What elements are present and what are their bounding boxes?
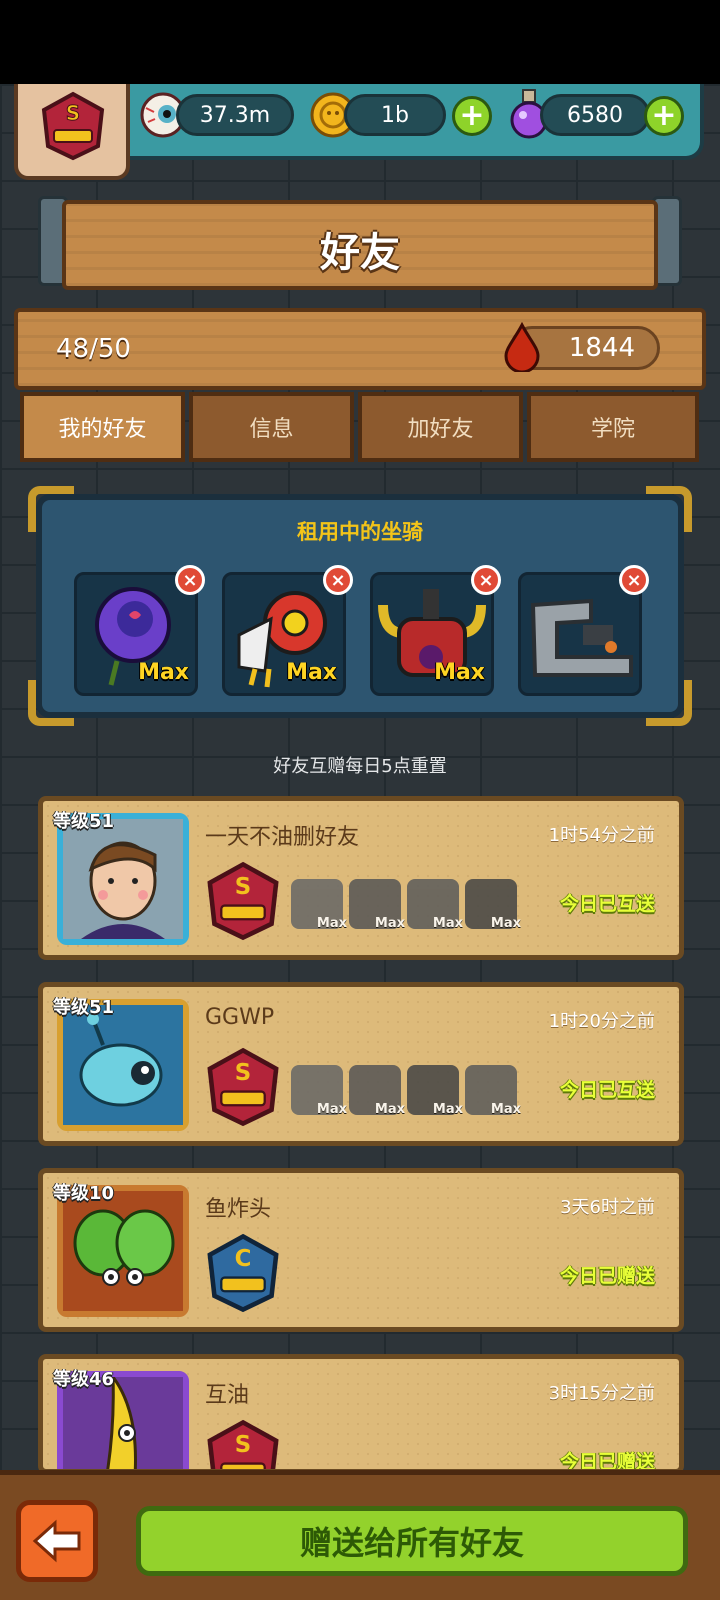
mount-max-label: Max: [138, 660, 189, 685]
panel-corner: [646, 486, 692, 532]
mount-slot-rose[interactable]: Max ×: [74, 565, 205, 696]
last-active-time: 3天6时之前: [560, 1197, 655, 1218]
friend-level: 等级51: [53, 997, 115, 1018]
friend-card[interactable]: 等级51 GGWP 1时20分之前 S Max Max Max Max 今日已互…: [38, 982, 684, 1146]
rented-mounts-title: 租用中的坐骑: [297, 520, 423, 544]
friend-mount-thumbnail: Max: [465, 1065, 521, 1117]
panel-corner: [28, 486, 74, 532]
add-coins-button[interactable]: +: [452, 96, 492, 136]
gift-status: 今日已互送: [559, 893, 655, 915]
gift-status: 今日已赠送: [559, 1265, 655, 1287]
daily-reset-note: 好友互赠每日5点重置: [273, 756, 447, 777]
svg-text:S: S: [235, 1060, 251, 1086]
potions-amount: 6580: [540, 94, 650, 136]
friend-mount-thumbnail: Max: [465, 879, 521, 931]
rank-shield-icon: S: [207, 1419, 279, 1469]
banana-octopus-portrait-icon: [63, 1372, 183, 1469]
friend-card[interactable]: 等级46 互油 3时15分之前 S 今日已赠送: [38, 1354, 684, 1474]
eyes-amount: 37.3m: [176, 94, 294, 136]
rank-shield-icon: S: [207, 1047, 279, 1127]
system-status-bar: [0, 0, 720, 84]
add-potions-button[interactable]: +: [644, 96, 684, 136]
friend-name: 鱼炸头: [205, 1197, 272, 1222]
svg-text:S: S: [66, 101, 80, 125]
player-rank-badge[interactable]: S: [14, 84, 130, 180]
friend-name: 互油: [205, 1383, 250, 1408]
blood-drop-icon: [504, 322, 540, 372]
friend-count: 48/50: [56, 334, 131, 364]
last-active-time: 1时20分之前: [548, 1011, 655, 1032]
friend-mount-thumbnail: Max: [349, 1065, 405, 1117]
panel-corner: [646, 680, 692, 726]
tab-my-friends[interactable]: 我的好友: [20, 392, 185, 462]
remove-mount-button[interactable]: ×: [323, 565, 353, 595]
mount-slot-lion[interactable]: Max ×: [222, 565, 353, 696]
mount-slot-machine[interactable]: ×: [518, 565, 649, 696]
send-to-all-friends-button[interactable]: 赠送给所有好友: [136, 1506, 688, 1576]
friend-level: 等级10: [53, 1183, 115, 1204]
friend-mount-thumbnail: Max: [291, 879, 347, 931]
remove-mount-button[interactable]: ×: [471, 565, 501, 595]
friend-name: GGWP: [205, 1005, 275, 1030]
friend-card[interactable]: 等级10 鱼炸头 3天6时之前 C 今日已赠送: [38, 1168, 684, 1332]
mount-max-label: Max: [286, 660, 337, 685]
mount-slot-demon[interactable]: Max ×: [370, 565, 501, 696]
svg-text:S: S: [235, 874, 251, 900]
friend-mount-thumbnail: Max: [407, 1065, 463, 1117]
panel-corner: [28, 680, 74, 726]
friend-mount-thumbnail: Max: [349, 879, 405, 931]
page-title: 好友: [320, 230, 400, 276]
friend-card[interactable]: 等级51 一天不油删好友 1时54分之前 S Max Max Max Max 今…: [38, 796, 684, 960]
rank-shield-icon: S: [41, 91, 105, 161]
rank-shield-icon: S: [207, 861, 279, 941]
friend-name: 一天不油删好友: [205, 825, 360, 850]
gift-status: 今日已互送: [559, 1079, 655, 1101]
friend-level: 等级46: [53, 1369, 115, 1390]
tab-messages[interactable]: 信息: [189, 392, 354, 462]
tab-add-friend[interactable]: 加好友: [358, 392, 523, 462]
friend-level: 等级51: [53, 811, 115, 832]
cabbage-portrait-icon: [63, 1191, 183, 1311]
back-button[interactable]: [16, 1500, 98, 1582]
svg-text:C: C: [235, 1246, 252, 1272]
fish-monster-portrait-icon: [63, 1005, 183, 1125]
arrow-left-icon: [32, 1519, 81, 1563]
last-active-time: 3时15分之前: [548, 1383, 655, 1404]
last-active-time: 1时54分之前: [548, 825, 655, 846]
rank-shield-icon: C: [207, 1233, 279, 1313]
remove-mount-button[interactable]: ×: [175, 565, 205, 595]
rented-mounts-panel: 租用中的坐骑 Max × Max × Max × ×: [36, 494, 684, 718]
friend-mount-thumbnail: Max: [407, 879, 463, 931]
title-plank: 好友: [62, 200, 658, 290]
coins-amount: 1b: [344, 94, 446, 136]
svg-text:S: S: [235, 1432, 251, 1458]
tab-academy[interactable]: 学院: [527, 392, 699, 462]
mount-max-label: Max: [434, 660, 485, 685]
remove-mount-button[interactable]: ×: [619, 565, 649, 595]
man-portrait-icon: [63, 819, 183, 939]
machine-mount-icon: [530, 598, 633, 677]
friend-mount-thumbnail: Max: [291, 1065, 347, 1117]
